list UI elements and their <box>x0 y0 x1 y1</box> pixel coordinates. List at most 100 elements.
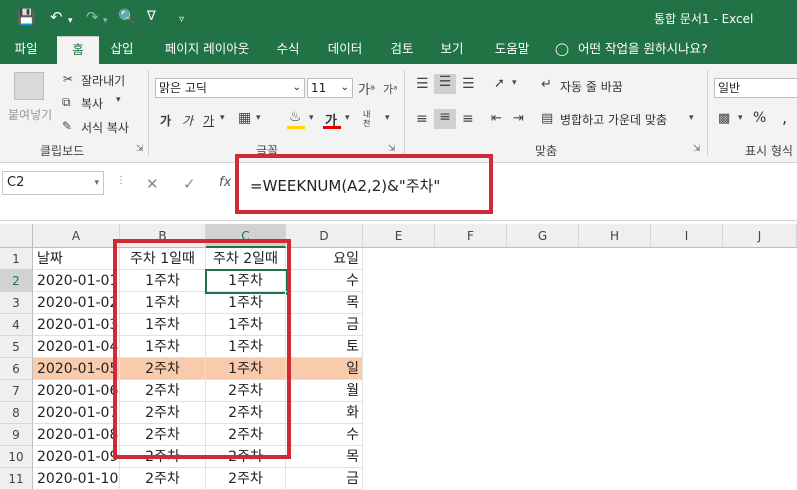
cell-a6[interactable]: 2020-01-05 <box>33 358 120 380</box>
decrease-font-size-icon[interactable]: 가ᵃ <box>383 81 397 97</box>
cell-d8[interactable]: 화 <box>286 402 363 424</box>
cell-a10[interactable]: 2020-01-09 <box>33 446 120 468</box>
cell-a1[interactable]: 날짜 <box>33 248 120 270</box>
chevron-down-icon[interactable]: ⌄ <box>293 79 301 97</box>
cell-a7[interactable]: 2020-01-06 <box>33 380 120 402</box>
column-header-j[interactable]: J <box>723 224 797 248</box>
tab-help[interactable]: 도움말 <box>482 36 542 64</box>
merge-center-button[interactable]: 병합하고 가운데 맞춤 <box>560 111 667 128</box>
font-color-dropdown-icon[interactable]: ▾ <box>345 113 350 123</box>
cell-b4[interactable]: 1주차 <box>120 314 206 336</box>
formula-input[interactable]: =WEEKNUM(A2,2)&"주차" <box>250 175 440 196</box>
cell-b1[interactable]: 주차 1일때 <box>120 248 206 270</box>
decrease-indent-icon[interactable]: ⇤ <box>491 111 502 126</box>
font-name-combo[interactable]: 맑은 고딕 ⌄ <box>155 78 305 98</box>
orientation-dropdown-icon[interactable]: ▾ <box>512 78 517 88</box>
alignment-launcher-icon[interactable]: ⇲ <box>693 144 701 154</box>
cell-c2[interactable]: 1주차 <box>206 270 286 292</box>
column-header-a[interactable]: A <box>33 224 120 248</box>
format-painter-button[interactable]: 서식 복사 <box>81 119 129 136</box>
cell-d6[interactable]: 일 <box>286 358 363 380</box>
cell-d7[interactable]: 월 <box>286 380 363 402</box>
accounting-format-icon[interactable]: ▩ <box>718 111 730 126</box>
italic-button[interactable]: 가 <box>182 112 193 129</box>
cell-c7[interactable]: 2주차 <box>206 380 286 402</box>
paste-button[interactable]: 붙여넣기 <box>8 106 52 123</box>
cell-d3[interactable]: 목 <box>286 292 363 314</box>
copy-button[interactable]: 복사 <box>81 95 103 112</box>
fill-color-dropdown-icon[interactable]: ▾ <box>309 113 314 123</box>
number-format-combo[interactable]: 일반 <box>714 78 797 98</box>
borders-icon[interactable]: ▦ <box>238 110 251 126</box>
undo-icon[interactable]: ↶ <box>50 8 63 26</box>
cell-a5[interactable]: 2020-01-04 <box>33 336 120 358</box>
cut-button[interactable]: 잘라내기 <box>81 72 125 89</box>
copy-dropdown-icon[interactable]: ▾ <box>116 95 121 105</box>
cell-b7[interactable]: 2주차 <box>120 380 206 402</box>
tab-insert[interactable]: 삽입 <box>100 36 144 64</box>
column-header-d[interactable]: D <box>286 224 363 248</box>
tab-data[interactable]: 데이터 <box>318 36 372 64</box>
cell-b9[interactable]: 2주차 <box>120 424 206 446</box>
row-header-8[interactable]: 8 <box>0 402 33 424</box>
cell-c4[interactable]: 1주차 <box>206 314 286 336</box>
cell-c8[interactable]: 2주차 <box>206 402 286 424</box>
tab-review[interactable]: 검토 <box>380 36 424 64</box>
tab-page-layout[interactable]: 페이지 레이아웃 <box>152 36 262 64</box>
insert-function-button[interactable]: fx <box>219 175 231 190</box>
tell-me-search[interactable]: 어떤 작업을 원하시나요? <box>578 36 728 64</box>
cell-d4[interactable]: 금 <box>286 314 363 336</box>
row-header-5[interactable]: 5 <box>0 336 33 358</box>
increase-font-size-icon[interactable]: 가ᵃ <box>358 79 375 98</box>
cell-a2[interactable]: 2020-01-01 <box>33 270 120 292</box>
align-left-icon[interactable]: ≡ <box>416 111 428 127</box>
cell-b2[interactable]: 1주차 <box>120 270 206 292</box>
clipboard-paste-icon[interactable] <box>14 72 44 100</box>
row-header-1[interactable]: 1 <box>0 248 33 270</box>
cell-b6[interactable]: 2주차 <box>120 358 206 380</box>
cell-d10[interactable]: 목 <box>286 446 363 468</box>
borders-dropdown-icon[interactable]: ▾ <box>256 113 261 123</box>
cell-d5[interactable]: 토 <box>286 336 363 358</box>
tab-file[interactable]: 파일 <box>4 36 48 64</box>
cell-d9[interactable]: 수 <box>286 424 363 446</box>
name-box[interactable]: C2 ▾ <box>2 171 104 195</box>
orientation-icon[interactable]: ➚ <box>494 76 505 91</box>
phonetic-guide-button[interactable]: 내천 <box>363 110 377 128</box>
font-size-combo[interactable]: 11 ⌄ <box>307 78 353 98</box>
row-header-9[interactable]: 9 <box>0 424 33 446</box>
cell-c6[interactable]: 1주차 <box>206 358 286 380</box>
underline-button[interactable]: 가 <box>203 112 214 129</box>
align-top-icon[interactable]: ☰ <box>416 76 429 92</box>
tab-home[interactable]: 홈 <box>57 36 99 64</box>
cell-d2[interactable]: 수 <box>286 270 363 292</box>
column-header-b[interactable]: B <box>120 224 206 248</box>
increase-indent-icon[interactable]: ⇥ <box>513 111 524 126</box>
comma-style-button[interactable]: , <box>782 108 787 127</box>
bold-button[interactable]: 가 <box>160 112 171 129</box>
tab-formulas[interactable]: 수식 <box>266 36 310 64</box>
redo-dropdown-icon[interactable]: ▾ <box>103 12 108 30</box>
custom-command-icon[interactable]: ∇ <box>147 8 156 26</box>
cell-a4[interactable]: 2020-01-03 <box>33 314 120 336</box>
cell-a9[interactable]: 2020-01-08 <box>33 424 120 446</box>
font-launcher-icon[interactable]: ⇲ <box>388 144 396 154</box>
column-header-i[interactable]: I <box>651 224 723 248</box>
column-header-g[interactable]: G <box>507 224 579 248</box>
cell-a3[interactable]: 2020-01-02 <box>33 292 120 314</box>
row-header-10[interactable]: 10 <box>0 446 33 468</box>
column-header-c[interactable]: C <box>206 224 286 248</box>
row-header-2[interactable]: 2 <box>0 270 33 292</box>
cell-c1[interactable]: 주차 2일때 <box>206 248 286 270</box>
cancel-entry-icon[interactable]: ✕ <box>146 175 159 193</box>
fill-handle[interactable] <box>285 291 290 296</box>
cell-c3[interactable]: 1주차 <box>206 292 286 314</box>
cell-a8[interactable]: 2020-01-07 <box>33 402 120 424</box>
merge-dropdown-icon[interactable]: ▾ <box>689 113 694 123</box>
align-middle-icon[interactable]: ☰ <box>434 74 456 94</box>
cell-b5[interactable]: 1주차 <box>120 336 206 358</box>
column-header-f[interactable]: F <box>435 224 507 248</box>
cell-d1[interactable]: 요일 <box>286 248 363 270</box>
column-header-e[interactable]: E <box>363 224 435 248</box>
name-box-dropdown-icon[interactable]: ▾ <box>94 172 99 194</box>
